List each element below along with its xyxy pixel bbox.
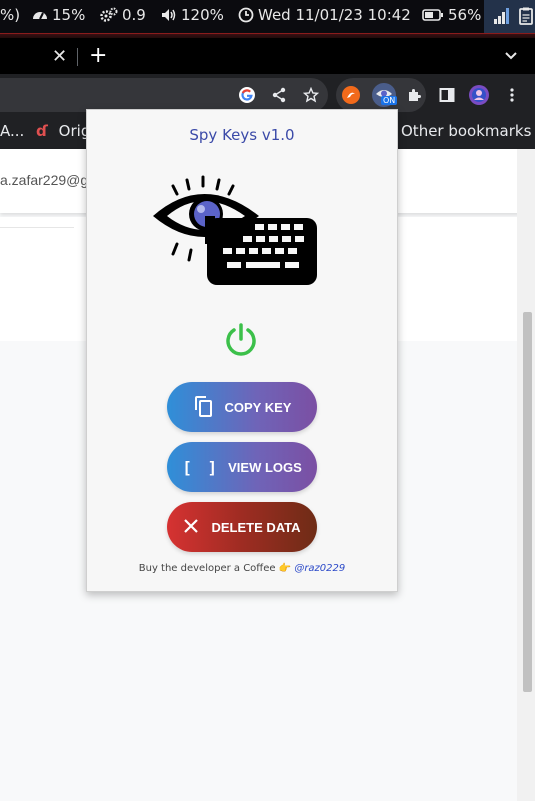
delete-data-label: DELETE DATA (211, 519, 301, 535)
clock-indicator[interactable]: Wed 11/01/23 10:42 (238, 6, 411, 24)
spy-keys-logo-icon (151, 174, 319, 290)
system-status-bar: %) 15% 0.9 120% Wed 11/01/23 10:42 56% (0, 0, 535, 33)
divider (0, 227, 74, 228)
cpu-indicator[interactable]: 15% (32, 6, 85, 24)
bookmark-favicon-icon: ɗ (36, 122, 48, 140)
load-indicator[interactable]: 0.9 (100, 6, 146, 24)
profile-avatar[interactable] (466, 82, 492, 108)
orange-extension-icon[interactable] (338, 82, 364, 108)
tab-strip: ✕ + (0, 38, 535, 74)
volume-indicator[interactable]: 120% (161, 6, 224, 24)
volume-text: 120% (181, 6, 224, 24)
extension-popup: Spy Keys v1.0 COPY KEY [] VIEW LOGS DEL… (86, 109, 398, 592)
copy-key-button[interactable]: COPY KEY (167, 382, 317, 432)
network-indicator[interactable] (484, 0, 535, 33)
power-toggle[interactable] (222, 321, 260, 363)
status-fragment-text: %) (0, 6, 21, 24)
view-logs-label: VIEW LOGS (228, 459, 302, 475)
other-bookmarks[interactable]: Other bookmarks (401, 122, 531, 140)
battery-indicator[interactable]: 56% (422, 6, 481, 24)
copy-key-label: COPY KEY (224, 399, 292, 415)
cpu-text: 15% (52, 6, 86, 24)
cogs-icon (100, 7, 122, 23)
copy-icon (193, 395, 213, 420)
clipboard-icon (519, 7, 535, 25)
account-email: a.zafar229@g (0, 172, 89, 188)
google-icon[interactable] (234, 82, 260, 108)
side-panel-icon[interactable] (434, 82, 460, 108)
signal-bars-icon (493, 7, 515, 25)
popup-footer: Buy the developer a Coffee 👉 @raz0229 (87, 563, 397, 574)
speaker-icon (161, 7, 181, 23)
kebab-menu-icon[interactable] (499, 82, 525, 108)
load-text: 0.9 (122, 6, 146, 24)
scrollbar-thumb[interactable] (523, 312, 532, 692)
bookmark-star-icon[interactable] (298, 82, 324, 108)
tab-separator (77, 48, 78, 66)
battery-text: 56% (448, 6, 482, 24)
spy-keys-extension-icon[interactable] (369, 80, 399, 110)
share-icon[interactable] (266, 82, 292, 108)
popup-title: Spy Keys v1.0 (189, 126, 295, 144)
close-x-icon (183, 518, 199, 537)
bookmark-item-1[interactable]: A... (0, 122, 24, 140)
new-tab-button[interactable]: + (89, 43, 107, 68)
close-tab-icon[interactable]: ✕ (52, 46, 67, 67)
battery-icon (422, 8, 448, 22)
view-logs-button[interactable]: [ ] VIEW LOGS (167, 442, 317, 492)
status-fragment: %) (0, 6, 20, 24)
brackets-icon: [ ] (182, 457, 221, 477)
datetime-text: Wed 11/01/23 10:42 (258, 6, 411, 24)
tab-search-chevron-icon[interactable] (503, 47, 519, 67)
gauge-icon (32, 7, 52, 23)
puzzle-extensions-icon[interactable] (402, 82, 428, 108)
developer-handle-link[interactable]: @raz0229 (294, 563, 345, 574)
extension-on-badge: ON (381, 96, 398, 105)
delete-data-button[interactable]: DELETE DATA (167, 502, 317, 552)
footer-text: Buy the developer a Coffee 👉 (138, 563, 292, 574)
clock-icon (238, 7, 258, 23)
